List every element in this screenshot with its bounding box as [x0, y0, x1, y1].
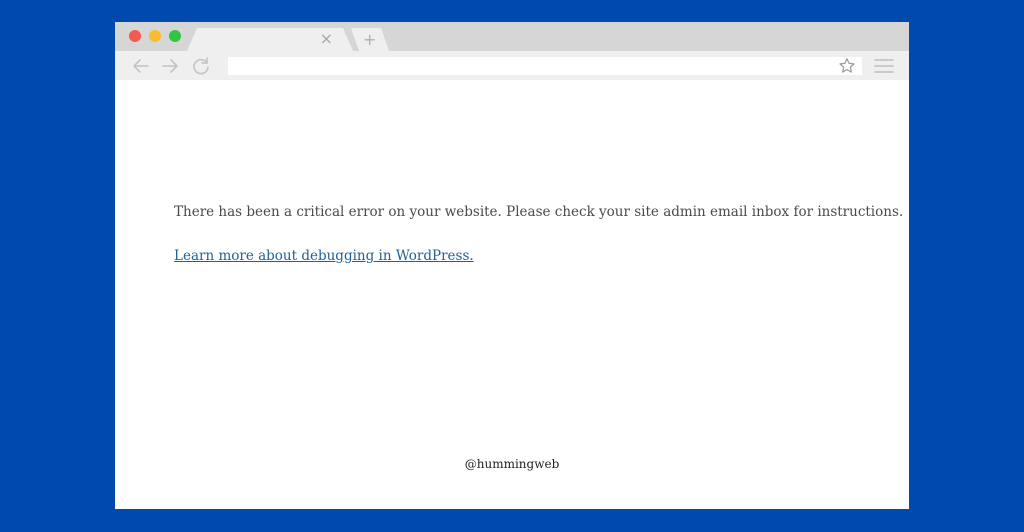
browser-window: × + There has been a critical error on y…: [115, 22, 909, 509]
tab-close-icon[interactable]: ×: [320, 29, 333, 49]
new-tab-button[interactable]: +: [351, 28, 389, 51]
window-close-button[interactable]: [129, 30, 141, 42]
plus-icon: +: [363, 30, 377, 49]
tab-bar: × +: [115, 22, 909, 51]
page-content: There has been a critical error on your …: [115, 80, 909, 509]
browser-tab[interactable]: ×: [187, 28, 353, 51]
star-icon[interactable]: [838, 57, 856, 75]
window-minimize-button[interactable]: [149, 30, 161, 42]
back-arrow-icon[interactable]: [130, 55, 152, 77]
learn-more-debugging-link[interactable]: Learn more about debugging in WordPress.: [174, 247, 474, 265]
forward-arrow-icon[interactable]: [159, 55, 181, 77]
window-maximize-button[interactable]: [169, 30, 181, 42]
hamburger-menu-icon[interactable]: [873, 57, 895, 75]
address-bar[interactable]: [228, 57, 862, 75]
hummingweb-credit: @hummingweb: [464, 457, 560, 471]
reload-icon[interactable]: [190, 55, 212, 77]
browser-toolbar: [115, 51, 909, 80]
critical-error-message: There has been a critical error on your …: [174, 204, 904, 220]
